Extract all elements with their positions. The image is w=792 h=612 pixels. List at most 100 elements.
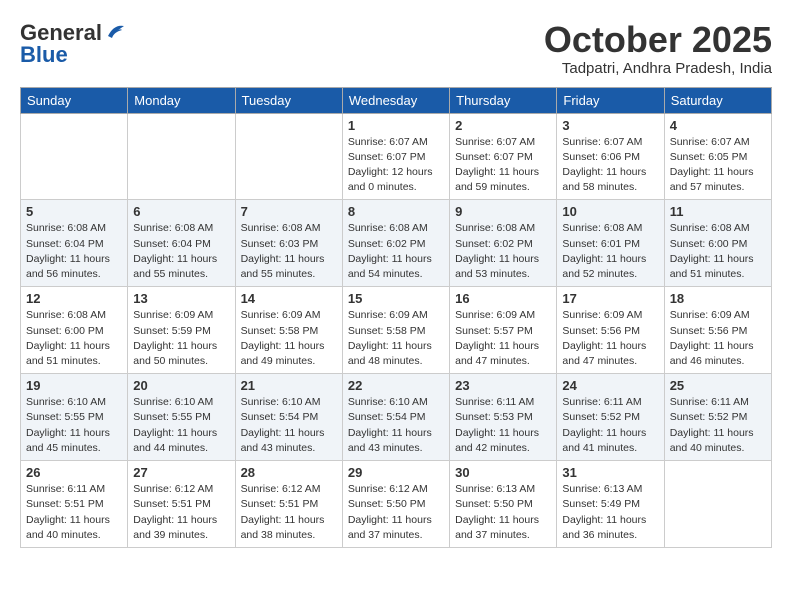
day-number: 21 bbox=[241, 378, 337, 393]
calendar-table: SundayMondayTuesdayWednesdayThursdayFrid… bbox=[20, 87, 772, 548]
calendar-header-row: SundayMondayTuesdayWednesdayThursdayFrid… bbox=[21, 87, 772, 113]
day-number: 6 bbox=[133, 204, 229, 219]
day-info: Sunrise: 6:07 AM Sunset: 6:07 PM Dayligh… bbox=[455, 135, 551, 196]
day-number: 11 bbox=[670, 204, 766, 219]
day-number: 4 bbox=[670, 118, 766, 133]
col-header-wednesday: Wednesday bbox=[342, 87, 449, 113]
day-number: 27 bbox=[133, 465, 229, 480]
calendar-cell: 27 Sunrise: 6:12 AM Sunset: 5:51 PM Dayli… bbox=[128, 461, 235, 548]
day-info: Sunrise: 6:11 AM Sunset: 5:52 PM Dayligh… bbox=[670, 395, 766, 456]
calendar-cell: 3 Sunrise: 6:07 AM Sunset: 6:06 PM Daylig… bbox=[557, 113, 664, 200]
calendar-cell: 7 Sunrise: 6:08 AM Sunset: 6:03 PM Daylig… bbox=[235, 200, 342, 287]
calendar-week-row: 1 Sunrise: 6:07 AM Sunset: 6:07 PM Daylig… bbox=[21, 113, 772, 200]
calendar-week-row: 26Sunrise: 6:11 AM Sunset: 5:51 PM Dayli… bbox=[21, 461, 772, 548]
day-number: 3 bbox=[562, 118, 658, 133]
calendar-cell bbox=[21, 113, 128, 200]
calendar-cell: 23Sunrise: 6:11 AM Sunset: 5:53 PM Dayli… bbox=[450, 374, 557, 461]
day-number: 23 bbox=[455, 378, 551, 393]
calendar-cell: 30Sunrise: 6:13 AM Sunset: 5:50 PM Dayli… bbox=[450, 461, 557, 548]
page-header: General Blue October 2025 Tadpatri, Andh… bbox=[20, 20, 772, 77]
day-number: 5 bbox=[26, 204, 122, 219]
calendar-cell: 24 Sunrise: 6:11 AM Sunset: 5:52 PM Dayli… bbox=[557, 374, 664, 461]
day-number: 12 bbox=[26, 291, 122, 306]
day-info: Sunrise: 6:08 AM Sunset: 6:01 PM Dayligh… bbox=[562, 221, 658, 282]
day-info: Sunrise: 6:11 AM Sunset: 5:52 PM Dayligh… bbox=[562, 395, 658, 456]
col-header-sunday: Sunday bbox=[21, 87, 128, 113]
day-info: Sunrise: 6:07 AM Sunset: 6:05 PM Dayligh… bbox=[670, 135, 766, 196]
day-info: Sunrise: 6:07 AM Sunset: 6:06 PM Dayligh… bbox=[562, 135, 658, 196]
calendar-cell: 25Sunrise: 6:11 AM Sunset: 5:52 PM Dayli… bbox=[664, 374, 771, 461]
logo-blue: Blue bbox=[20, 42, 68, 68]
title-block: October 2025 Tadpatri, Andhra Pradesh, I… bbox=[544, 20, 772, 77]
calendar-cell: 12 Sunrise: 6:08 AM Sunset: 6:00 PM Dayli… bbox=[21, 287, 128, 374]
day-number: 24 bbox=[562, 378, 658, 393]
calendar-cell: 17 Sunrise: 6:09 AM Sunset: 5:56 PM Dayli… bbox=[557, 287, 664, 374]
calendar-week-row: 12 Sunrise: 6:08 AM Sunset: 6:00 PM Dayli… bbox=[21, 287, 772, 374]
day-info: Sunrise: 6:10 AM Sunset: 5:54 PM Dayligh… bbox=[348, 395, 444, 456]
calendar-cell: 8 Sunrise: 6:08 AM Sunset: 6:02 PM Daylig… bbox=[342, 200, 449, 287]
calendar-cell: 21 Sunrise: 6:10 AM Sunset: 5:54 PM Dayli… bbox=[235, 374, 342, 461]
day-number: 18 bbox=[670, 291, 766, 306]
calendar-week-row: 19Sunrise: 6:10 AM Sunset: 5:55 PM Dayli… bbox=[21, 374, 772, 461]
day-number: 10 bbox=[562, 204, 658, 219]
calendar-cell: 13Sunrise: 6:09 AM Sunset: 5:59 PM Dayli… bbox=[128, 287, 235, 374]
calendar-cell: 31 Sunrise: 6:13 AM Sunset: 5:49 PM Dayli… bbox=[557, 461, 664, 548]
day-number: 2 bbox=[455, 118, 551, 133]
calendar-cell: 26Sunrise: 6:11 AM Sunset: 5:51 PM Dayli… bbox=[21, 461, 128, 548]
day-number: 1 bbox=[348, 118, 444, 133]
day-info: Sunrise: 6:10 AM Sunset: 5:54 PM Dayligh… bbox=[241, 395, 337, 456]
calendar-cell: 10 Sunrise: 6:08 AM Sunset: 6:01 PM Dayli… bbox=[557, 200, 664, 287]
calendar-cell: 15Sunrise: 6:09 AM Sunset: 5:58 PM Dayli… bbox=[342, 287, 449, 374]
day-number: 14 bbox=[241, 291, 337, 306]
day-number: 7 bbox=[241, 204, 337, 219]
calendar-cell bbox=[664, 461, 771, 548]
day-info: Sunrise: 6:12 AM Sunset: 5:50 PM Dayligh… bbox=[348, 482, 444, 543]
day-number: 31 bbox=[562, 465, 658, 480]
calendar-cell: 22 Sunrise: 6:10 AM Sunset: 5:54 PM Dayli… bbox=[342, 374, 449, 461]
day-info: Sunrise: 6:13 AM Sunset: 5:50 PM Dayligh… bbox=[455, 482, 551, 543]
calendar-cell: 18 Sunrise: 6:09 AM Sunset: 5:56 PM Dayli… bbox=[664, 287, 771, 374]
day-info: Sunrise: 6:09 AM Sunset: 5:56 PM Dayligh… bbox=[562, 308, 658, 369]
calendar-cell: 6 Sunrise: 6:08 AM Sunset: 6:04 PM Daylig… bbox=[128, 200, 235, 287]
day-info: Sunrise: 6:08 AM Sunset: 6:04 PM Dayligh… bbox=[26, 221, 122, 282]
day-number: 15 bbox=[348, 291, 444, 306]
calendar-cell: 20Sunrise: 6:10 AM Sunset: 5:55 PM Dayli… bbox=[128, 374, 235, 461]
day-info: Sunrise: 6:08 AM Sunset: 6:03 PM Dayligh… bbox=[241, 221, 337, 282]
day-info: Sunrise: 6:09 AM Sunset: 5:57 PM Dayligh… bbox=[455, 308, 551, 369]
day-info: Sunrise: 6:07 AM Sunset: 6:07 PM Dayligh… bbox=[348, 135, 444, 196]
col-header-monday: Monday bbox=[128, 87, 235, 113]
calendar-cell bbox=[128, 113, 235, 200]
day-info: Sunrise: 6:09 AM Sunset: 5:59 PM Dayligh… bbox=[133, 308, 229, 369]
day-info: Sunrise: 6:12 AM Sunset: 5:51 PM Dayligh… bbox=[241, 482, 337, 543]
day-number: 8 bbox=[348, 204, 444, 219]
logo-bird-icon bbox=[104, 22, 126, 40]
day-info: Sunrise: 6:08 AM Sunset: 6:02 PM Dayligh… bbox=[348, 221, 444, 282]
day-info: Sunrise: 6:09 AM Sunset: 5:56 PM Dayligh… bbox=[670, 308, 766, 369]
location: Tadpatri, Andhra Pradesh, India bbox=[544, 60, 772, 77]
calendar-cell: 28 Sunrise: 6:12 AM Sunset: 5:51 PM Dayli… bbox=[235, 461, 342, 548]
day-info: Sunrise: 6:08 AM Sunset: 6:00 PM Dayligh… bbox=[26, 308, 122, 369]
col-header-saturday: Saturday bbox=[664, 87, 771, 113]
day-info: Sunrise: 6:09 AM Sunset: 5:58 PM Dayligh… bbox=[241, 308, 337, 369]
day-info: Sunrise: 6:12 AM Sunset: 5:51 PM Dayligh… bbox=[133, 482, 229, 543]
calendar-cell: 14 Sunrise: 6:09 AM Sunset: 5:58 PM Dayli… bbox=[235, 287, 342, 374]
day-info: Sunrise: 6:11 AM Sunset: 5:51 PM Dayligh… bbox=[26, 482, 122, 543]
month-title: October 2025 bbox=[544, 20, 772, 60]
col-header-friday: Friday bbox=[557, 87, 664, 113]
day-number: 17 bbox=[562, 291, 658, 306]
day-info: Sunrise: 6:08 AM Sunset: 6:04 PM Dayligh… bbox=[133, 221, 229, 282]
logo: General Blue bbox=[20, 20, 126, 68]
calendar-week-row: 5 Sunrise: 6:08 AM Sunset: 6:04 PM Daylig… bbox=[21, 200, 772, 287]
calendar-cell: 29Sunrise: 6:12 AM Sunset: 5:50 PM Dayli… bbox=[342, 461, 449, 548]
day-number: 28 bbox=[241, 465, 337, 480]
calendar-cell: 11 Sunrise: 6:08 AM Sunset: 6:00 PM Dayli… bbox=[664, 200, 771, 287]
calendar-cell: 16Sunrise: 6:09 AM Sunset: 5:57 PM Dayli… bbox=[450, 287, 557, 374]
day-number: 22 bbox=[348, 378, 444, 393]
day-info: Sunrise: 6:08 AM Sunset: 6:02 PM Dayligh… bbox=[455, 221, 551, 282]
day-info: Sunrise: 6:08 AM Sunset: 6:00 PM Dayligh… bbox=[670, 221, 766, 282]
day-info: Sunrise: 6:13 AM Sunset: 5:49 PM Dayligh… bbox=[562, 482, 658, 543]
col-header-tuesday: Tuesday bbox=[235, 87, 342, 113]
day-info: Sunrise: 6:10 AM Sunset: 5:55 PM Dayligh… bbox=[26, 395, 122, 456]
day-number: 9 bbox=[455, 204, 551, 219]
calendar-cell: 5 Sunrise: 6:08 AM Sunset: 6:04 PM Daylig… bbox=[21, 200, 128, 287]
